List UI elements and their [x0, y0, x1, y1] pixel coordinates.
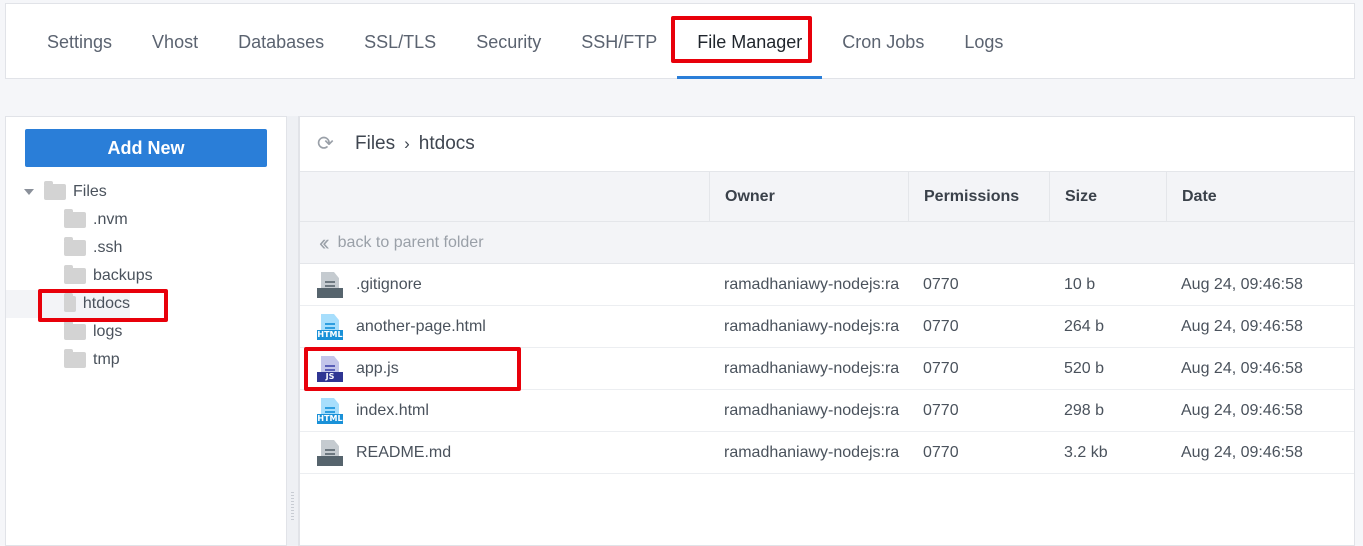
back-to-parent-link[interactable]: ‹‹ back to parent folder	[300, 222, 1354, 264]
back-to-parent-label: back to parent folder	[337, 233, 484, 251]
js-file-icon: JS	[317, 355, 343, 382]
column-header-date[interactable]: Date	[1166, 172, 1354, 221]
folder-icon	[64, 237, 86, 256]
folder-icon	[64, 293, 76, 312]
text-file-icon	[317, 271, 343, 298]
file-list-panel: ⟳ Files › htdocs Owner Permissions Size …	[299, 116, 1355, 546]
column-header-name[interactable]	[300, 172, 709, 221]
grip-icon	[291, 492, 294, 520]
file-name-cell[interactable]: HTML index.html	[300, 390, 709, 431]
file-row[interactable]: README.md ramadhaniawy-nodejs:ra 0770 3.2 k…	[300, 432, 1354, 474]
double-chevron-left-icon: ‹‹	[319, 229, 329, 255]
file-date: Aug 24, 09:46:58	[1181, 443, 1303, 461]
refresh-icon[interactable]: ⟳	[317, 134, 337, 154]
panel-resize-handle[interactable]	[287, 116, 299, 546]
file-row[interactable]: HTML another-page.html ramadhaniawy-nodejs…	[300, 306, 1354, 348]
file-row[interactable]: JS app.js ramadhaniawy-nodejs:ra 0770 520 b A…	[300, 348, 1354, 390]
tree-root-label: Files	[73, 183, 107, 200]
file-name-cell[interactable]: HTML another-page.html	[300, 306, 709, 347]
tree-root-files[interactable]: Files	[20, 178, 153, 206]
tab-databases[interactable]: Databases	[218, 4, 344, 78]
folder-tree: Files .nvm .ssh backups htdocs logs tmp	[6, 178, 153, 374]
file-name: README.md	[356, 443, 452, 461]
file-permissions: 0770	[923, 275, 959, 293]
file-name: .gitignore	[356, 275, 422, 293]
file-name-cell[interactable]: README.md	[300, 432, 709, 473]
tree-folder-htdocs[interactable]: htdocs	[6, 290, 130, 318]
tab-vhost[interactable]: Vhost	[132, 4, 218, 78]
file-row[interactable]: .gitignore ramadhaniawy-nodejs:ra 0770 10 b…	[300, 264, 1354, 306]
file-date: Aug 24, 09:46:58	[1181, 359, 1303, 377]
column-header-size[interactable]: Size	[1049, 172, 1166, 221]
caret-down-icon[interactable]	[24, 189, 34, 195]
file-permissions: 0770	[923, 443, 959, 461]
file-name-cell[interactable]: .gitignore	[300, 264, 709, 305]
folder-icon	[64, 265, 86, 284]
file-permissions: 0770	[923, 359, 959, 377]
tab-cron-jobs[interactable]: Cron Jobs	[822, 4, 944, 78]
column-header-permissions[interactable]: Permissions	[908, 172, 1049, 221]
top-navigation: Settings Vhost Databases SSL/TLS Security SSH…	[5, 3, 1355, 79]
file-owner: ramadhaniawy-nodejs:ra	[724, 401, 900, 419]
breadcrumb: ⟳ Files › htdocs	[300, 117, 1354, 172]
file-name: app.js	[356, 359, 399, 377]
file-owner: ramadhaniawy-nodejs:ra	[724, 443, 900, 461]
file-size: 520 b	[1064, 359, 1105, 377]
text-file-icon	[317, 439, 343, 466]
tree-folder-label: .nvm	[93, 211, 128, 228]
file-name: index.html	[356, 401, 429, 419]
tree-folder-label: logs	[93, 323, 123, 340]
file-permissions: 0770	[923, 317, 959, 335]
tree-folder-logs[interactable]: logs	[20, 318, 153, 346]
folder-icon	[64, 321, 86, 340]
folder-icon	[64, 209, 86, 228]
tree-folder-label: htdocs	[82, 295, 130, 312]
tree-folder-label: tmp	[93, 351, 120, 368]
file-owner: ramadhaniawy-nodejs:ra	[724, 317, 900, 335]
tree-folder-backups[interactable]: backups	[20, 262, 153, 290]
file-size: 264 b	[1064, 317, 1105, 335]
folder-sidebar: Add New Files .nvm .ssh backups htdocs logs t…	[5, 116, 287, 546]
file-size: 298 b	[1064, 401, 1105, 419]
tab-ssl-tls[interactable]: SSL/TLS	[344, 4, 456, 78]
file-date: Aug 24, 09:46:58	[1181, 401, 1303, 419]
file-date: Aug 24, 09:46:58	[1181, 317, 1303, 335]
tab-security[interactable]: Security	[456, 4, 561, 78]
tree-folder-nvm[interactable]: .nvm	[20, 206, 153, 234]
file-size: 3.2 kb	[1064, 443, 1108, 461]
file-row[interactable]: HTML index.html ramadhaniawy-nodejs:ra 0770…	[300, 390, 1354, 432]
tree-folder-tmp[interactable]: tmp	[20, 346, 153, 374]
file-permissions: 0770	[923, 401, 959, 419]
html-file-icon: HTML	[317, 397, 343, 424]
column-header-owner[interactable]: Owner	[709, 172, 908, 221]
tab-logs[interactable]: Logs	[944, 4, 1023, 78]
table-header: Owner Permissions Size Date	[300, 172, 1354, 222]
file-size: 10 b	[1064, 275, 1096, 293]
file-owner: ramadhaniawy-nodejs:ra	[724, 275, 900, 293]
file-name-cell[interactable]: JS app.js	[300, 348, 709, 389]
tab-settings[interactable]: Settings	[27, 4, 132, 78]
add-new-button[interactable]: Add New	[25, 129, 267, 167]
file-date: Aug 24, 09:46:58	[1181, 275, 1303, 293]
html-file-icon: HTML	[317, 313, 343, 340]
file-name: another-page.html	[356, 317, 486, 335]
tree-folder-label: .ssh	[93, 239, 123, 256]
tab-bar: Settings Vhost Databases SSL/TLS Security SSH…	[6, 4, 1354, 79]
tab-file-manager[interactable]: File Manager	[677, 4, 823, 79]
tab-ssh-ftp[interactable]: SSH/FTP	[561, 4, 677, 78]
breadcrumb-root[interactable]: Files	[355, 133, 395, 155]
breadcrumb-current: htdocs	[418, 133, 475, 154]
breadcrumb-separator: ›	[404, 134, 410, 153]
tree-folder-label: backups	[93, 267, 153, 284]
folder-icon	[64, 349, 86, 368]
tree-folder-ssh[interactable]: .ssh	[20, 234, 153, 262]
file-rows: .gitignore ramadhaniawy-nodejs:ra 0770 10 b…	[300, 264, 1354, 474]
file-owner: ramadhaniawy-nodejs:ra	[724, 359, 900, 377]
folder-icon	[44, 181, 66, 200]
